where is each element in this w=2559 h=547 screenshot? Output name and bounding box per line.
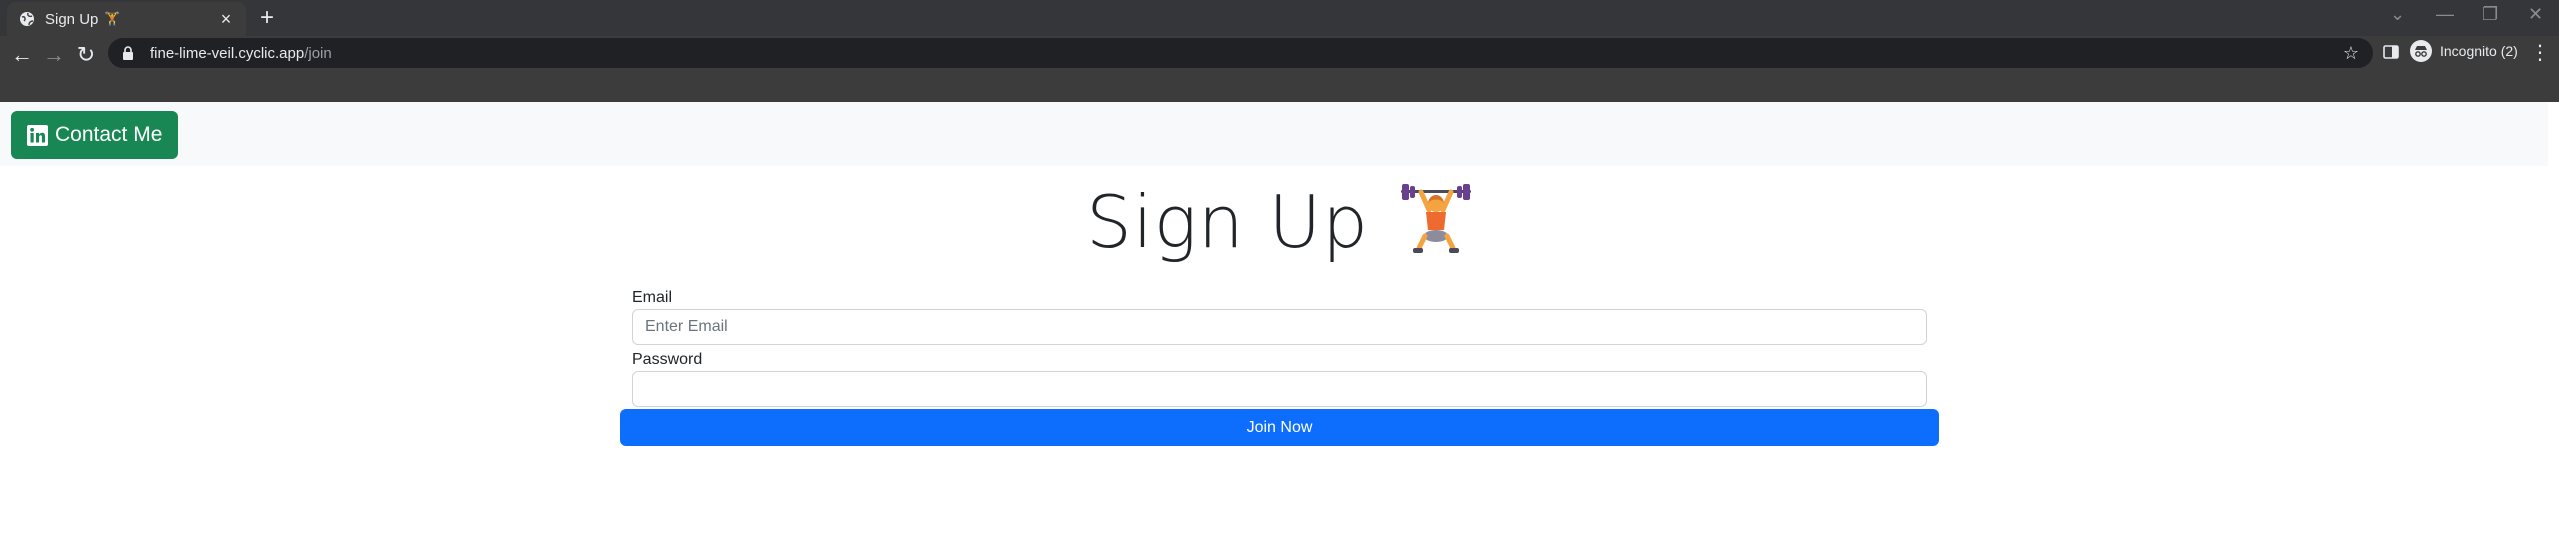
close-icon[interactable]: × bbox=[216, 9, 236, 30]
reload-icon[interactable]: ↻ bbox=[72, 42, 100, 68]
tab-title-emoji: 🏋 bbox=[104, 11, 121, 26]
page-title: Sign Up bbox=[0, 180, 2559, 273]
new-tab-button[interactable]: + bbox=[260, 5, 274, 31]
lock-icon[interactable] bbox=[122, 46, 136, 60]
address-bar[interactable]: fine-lime-veil.cyclic.app/join ☆ bbox=[108, 38, 2373, 68]
restore-icon[interactable]: ❐ bbox=[2482, 4, 2498, 25]
forward-icon[interactable]: → bbox=[40, 42, 68, 68]
weightlifter-emoji bbox=[1399, 182, 1473, 273]
tab-title: Sign Up bbox=[45, 10, 99, 28]
page-title-text: Sign Up bbox=[1086, 180, 1369, 264]
contact-me-label: Contact Me bbox=[55, 123, 163, 146]
incognito-icon bbox=[2410, 40, 2432, 62]
bookmark-star-icon[interactable]: ☆ bbox=[2343, 43, 2359, 64]
incognito-label: Incognito (2) bbox=[2440, 43, 2518, 59]
url-host: fine-lime-veil.cyclic.app bbox=[150, 44, 305, 62]
site-navbar: Contact Me bbox=[0, 102, 2548, 166]
minimize-icon[interactable]: — bbox=[2436, 4, 2454, 25]
password-field[interactable] bbox=[632, 371, 1927, 407]
tab-search-icon[interactable]: ⌄ bbox=[2390, 4, 2405, 25]
back-icon[interactable]: ← bbox=[8, 42, 36, 68]
contact-me-button[interactable]: Contact Me bbox=[11, 111, 179, 159]
browser-tab-strip: Sign Up 🏋 × + ⌄ — ❐ ✕ bbox=[0, 0, 2559, 36]
browser-toolbar: ← → ↻ fine-lime-veil.cyclic.app/join ☆ I… bbox=[0, 36, 2559, 102]
menu-kebab-icon[interactable]: ⋮ bbox=[2530, 40, 2550, 65]
incognito-profile-button[interactable]: Incognito (2) bbox=[2410, 40, 2518, 62]
email-label: Email bbox=[632, 289, 673, 306]
browser-tab[interactable]: Sign Up 🏋 × bbox=[7, 2, 246, 36]
linkedin-icon bbox=[27, 124, 48, 146]
window-close-icon[interactable]: ✕ bbox=[2528, 4, 2543, 25]
password-label: Password bbox=[632, 351, 703, 368]
email-field[interactable] bbox=[632, 309, 1927, 345]
globe-icon bbox=[19, 11, 35, 27]
url-path: /join bbox=[304, 44, 332, 62]
side-panel-icon[interactable] bbox=[2382, 43, 2400, 61]
join-now-button[interactable]: Join Now bbox=[620, 409, 1939, 446]
